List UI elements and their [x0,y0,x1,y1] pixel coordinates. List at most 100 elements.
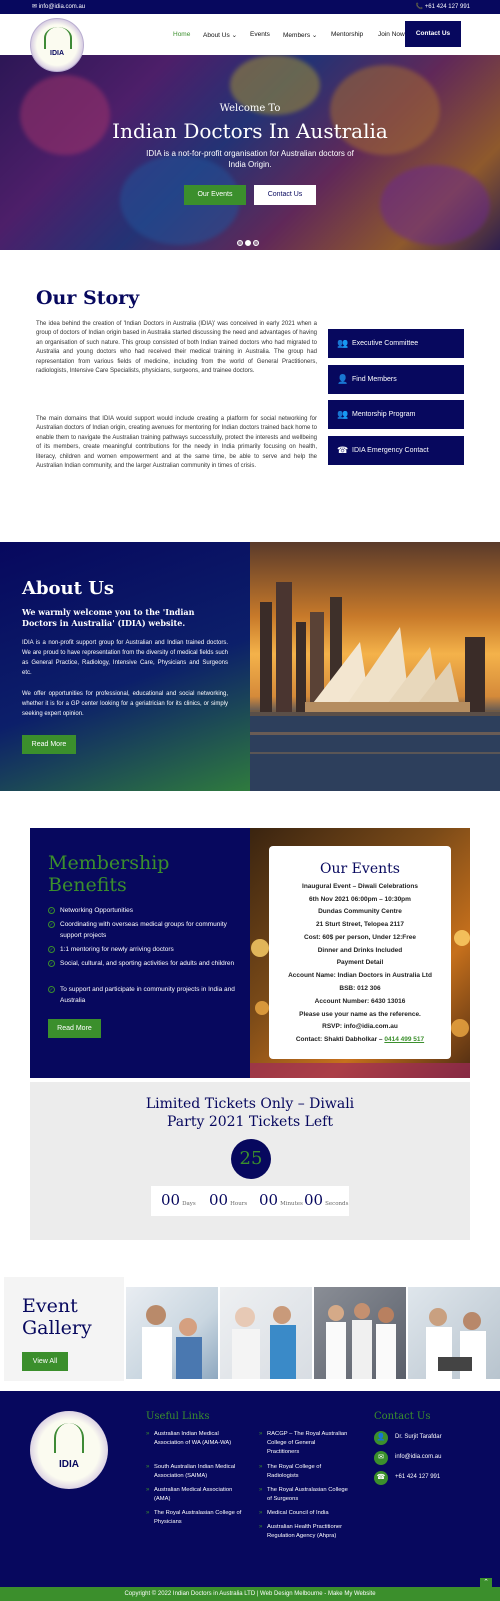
footer-link[interactable]: » Australian Health Practitioner Regulati… [259,1523,349,1541]
sydney-opera-house-image [250,542,500,791]
gallery-image[interactable] [220,1287,312,1379]
footer-link[interactable]: » Australian Indian Medical Association o… [146,1430,246,1448]
countdown-value: 00 [161,1191,181,1209]
nav-about-us[interactable]: About Us ⌄ [203,31,237,39]
countdown-minutes: 00 Minutes [259,1191,303,1209]
nav-events[interactable]: Events [250,31,270,38]
caduceus-icon [44,27,72,49]
countdown-value: 00 [304,1191,324,1209]
view-all-button[interactable]: View All [22,1352,68,1371]
footer-link-label: Medical Council of India [267,1510,329,1516]
nav-members[interactable]: Members ⌄ [283,31,317,39]
benefit-text: Networking Opportunities [60,907,133,914]
footer-link[interactable]: » The Royal College of Radiologists [259,1463,349,1481]
benefit-text: 1:1 mentoring for newly arriving doctors [60,946,174,953]
benefit-item: ✓ Coordinating with overseas medical grou… [48,920,238,941]
logo-text: IDIA [50,50,64,57]
double-chevron-icon: » [259,1524,263,1530]
nav-join-now[interactable]: Join Now [378,31,405,38]
benefit-item: ✓ 1:1 mentoring for newly arriving doctor… [48,945,238,956]
benefit-item: ✓ Social, cultural, and sporting activiti… [48,959,238,970]
footer-logo-text: IDIA [59,1459,79,1470]
event-line: Account Number: 6430 13016 [314,998,406,1005]
doctors-team-photo [326,1303,396,1379]
event-contact-phone-link[interactable]: 0414 499 517 [384,1036,424,1043]
nurse-elderly-photo [232,1306,296,1379]
footer-link-label: Australian Medical Association (AMA) [154,1487,233,1503]
our-events-button[interactable]: Our Events [184,185,246,205]
check-icon: ✓ [48,986,55,993]
about-read-more-button[interactable]: Read More [22,735,76,754]
about-us-title: About Us [22,578,115,599]
double-chevron-icon: » [259,1487,263,1493]
gallery-image[interactable] [408,1287,500,1379]
countdown-timer: 00 Days 00 Hours 00 Minutes 00 Seconds [151,1186,349,1216]
footer-link-label: The Royal Australasian College of Physic… [154,1510,242,1526]
membership-read-more-button[interactable]: Read More [48,1019,101,1038]
mentorship-program-button[interactable]: 👥 Mentorship Program [328,400,464,429]
footer-link[interactable]: » Medical Council of India [259,1509,349,1518]
check-icon: ✓ [48,946,55,953]
nav-members-label: Members [283,32,311,39]
chevron-down-icon: ⌄ [231,32,238,39]
footer-link[interactable]: » Australian Medical Association (AMA) [146,1486,246,1504]
contact-phone[interactable]: +61 424 127 991 [395,1474,440,1480]
contact-us-button[interactable]: Contact Us [405,21,461,47]
doctors-laptop-photo [426,1308,486,1379]
mail-icon: ✉ [374,1451,388,1465]
footer-link-label: South Australian Indian Medical Associat… [154,1464,236,1480]
user-icon: 👤 [337,374,349,384]
gallery-image[interactable] [126,1287,218,1379]
double-chevron-icon: » [146,1487,150,1493]
find-members-button[interactable]: 👤 Find Members [328,365,464,394]
event-line: BSB: 012 306 [339,985,381,992]
story-paragraph-1: The idea behind the creation of 'Indian … [36,321,317,375]
idia-logo[interactable]: IDIA [30,18,84,72]
scroll-to-top-icon[interactable]: ⌃ [480,1578,492,1588]
story-paragraph-2: The main domains that IDIA would support… [36,416,317,470]
event-line: Payment Detail [336,959,384,966]
about-paragraph-1: IDIA is a non-profit support group for A… [22,640,228,676]
nav-mentorship[interactable]: Mentorship [331,31,363,38]
tickets-counter-section: Limited Tickets Only – Diwali Party 2021… [30,1082,470,1240]
slider-dot[interactable] [237,240,243,246]
event-line: Cost: 60$ per person, Under 12:Free [304,934,416,941]
countdown-days: 00 Days [161,1191,196,1209]
event-line: Dundas Community Centre [318,908,402,915]
tickets-title: Limited Tickets Only – Diwali Party 2021… [145,1096,355,1130]
countdown-seconds: 00 Seconds [304,1191,348,1209]
topbar-phone[interactable]: 📞 +61 424 127 991 [416,3,470,10]
benefit-text: Coordinating with overseas medical group… [60,921,227,939]
hero-contact-button[interactable]: Contact Us [254,185,316,205]
side-button-label: Mentorship Program [352,411,416,418]
users-icon: 👥 [337,409,349,419]
footer-link-label: Australian Health Practitioner Regulatio… [267,1524,343,1540]
hero-slider: Welcome To Indian Doctors In Australia I… [0,55,500,250]
side-button-label: IDIA Emergency Contact [352,447,429,454]
contact-email[interactable]: info@idia.com.au [395,1454,441,1460]
hero-welcome: Welcome To [219,103,281,114]
footer-link[interactable]: » The Royal Australasian College of Physi… [146,1509,246,1527]
emergency-contact-button[interactable]: ☎ IDIA Emergency Contact [328,436,464,465]
membership-benefits-section: Membership Benefits ✓ Networking Opportun… [30,828,250,1078]
footer-link[interactable]: » RACGP – The Royal Australian College of… [259,1430,349,1458]
footer-logo[interactable]: IDIA [30,1411,108,1489]
slider-dot[interactable] [253,240,259,246]
event-line: Please use your name as the reference. [299,1011,421,1018]
event-line: RSVP: info@idia.com.au [322,1023,398,1030]
footer-link[interactable]: » South Australian Indian Medical Associa… [146,1463,246,1481]
nav-home[interactable]: Home [173,31,190,38]
double-chevron-icon: » [146,1510,150,1516]
gallery-image[interactable] [314,1287,406,1379]
executive-committee-button[interactable]: 👥 Executive Committee [328,329,464,358]
event-line: Account Name: Indian Doctors in Australi… [288,972,432,979]
double-chevron-icon: » [146,1464,150,1470]
footer-link[interactable]: » The Royal Australasian College of Surge… [259,1486,349,1504]
about-us-heading: We warmly welcome you to the 'Indian Doc… [22,607,195,628]
doctor-patient-photo [142,1305,202,1379]
copyright-bar: Copyright © 2022 Indian Doctors in Austr… [0,1587,500,1601]
topbar-email[interactable]: ✉ info@idia.com.au [32,3,85,10]
chevron-down-icon: ⌄ [311,32,318,39]
slider-dot-active[interactable] [245,240,251,246]
contact-us-title: Contact Us [374,1411,431,1422]
